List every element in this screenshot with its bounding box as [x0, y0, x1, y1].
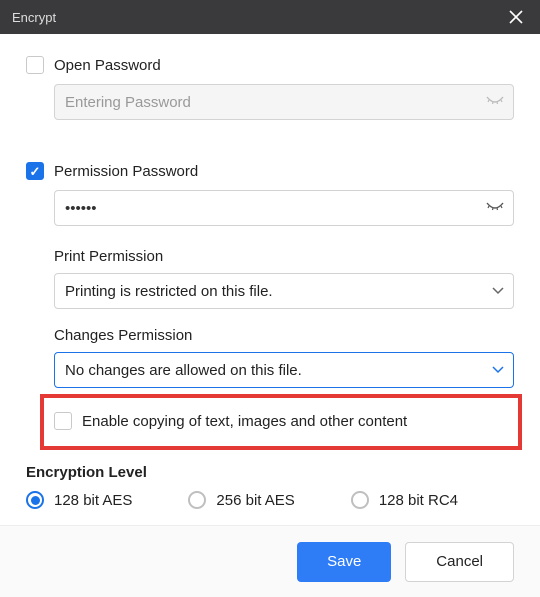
print-permission-select[interactable]: Printing is restricted on this file. [54, 273, 514, 309]
open-password-label: Open Password [54, 57, 161, 74]
permission-password-row: Permission Password [26, 162, 514, 180]
changes-permission-select-wrap: No changes are allowed on this file. [54, 352, 514, 388]
permission-password-label: Permission Password [54, 163, 198, 180]
radio-icon [351, 491, 369, 509]
radio-icon [188, 491, 206, 509]
open-password-checkbox[interactable] [26, 56, 44, 74]
permission-password-checkbox[interactable] [26, 162, 44, 180]
permission-password-input-wrap [54, 190, 514, 226]
dialog-footer: Save Cancel [0, 525, 540, 597]
window-title: Encrypt [12, 10, 56, 25]
radio-256-aes[interactable]: 256 bit AES [188, 491, 294, 509]
eye-closed-icon[interactable] [486, 96, 504, 108]
titlebar: Encrypt [0, 0, 540, 34]
enable-copy-highlight: Enable copying of text, images and other… [40, 394, 522, 450]
permission-password-input[interactable] [54, 190, 514, 226]
open-password-input[interactable] [54, 84, 514, 120]
save-button[interactable]: Save [297, 542, 391, 582]
radio-128-aes[interactable]: 128 bit AES [26, 491, 132, 509]
print-permission-select-wrap: Printing is restricted on this file. [54, 273, 514, 309]
radio-128-rc4[interactable]: 128 bit RC4 [351, 491, 458, 509]
open-password-input-wrap [54, 84, 514, 120]
changes-permission-select[interactable]: No changes are allowed on this file. [54, 352, 514, 388]
enable-copy-checkbox[interactable] [54, 412, 72, 430]
eye-closed-icon[interactable] [486, 202, 504, 214]
encryption-radio-group: 128 bit AES 256 bit AES 128 bit RC4 [26, 491, 514, 509]
changes-permission-label: Changes Permission [54, 327, 514, 344]
radio-label: 256 bit AES [216, 492, 294, 509]
radio-icon [26, 491, 44, 509]
cancel-button[interactable]: Cancel [405, 542, 514, 582]
radio-label: 128 bit RC4 [379, 492, 458, 509]
print-permission-label: Print Permission [54, 248, 514, 265]
encryption-level-heading: Encryption Level [26, 464, 514, 481]
close-icon[interactable] [504, 5, 528, 29]
enable-copy-label: Enable copying of text, images and other… [82, 413, 407, 430]
dialog-content: Open Password Permission Password Print … [0, 34, 540, 509]
open-password-row: Open Password [26, 56, 514, 74]
enable-copy-row: Enable copying of text, images and other… [54, 412, 508, 430]
radio-label: 128 bit AES [54, 492, 132, 509]
